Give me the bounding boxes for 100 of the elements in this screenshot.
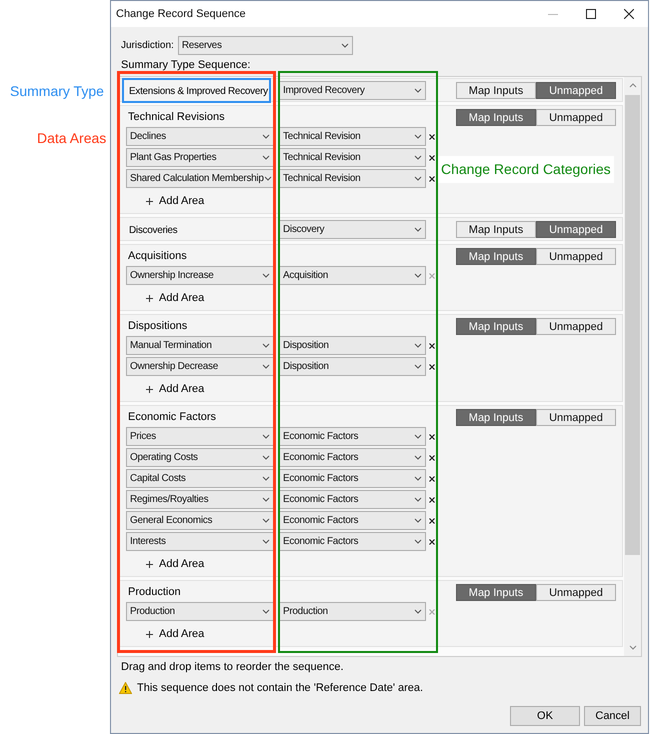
category-select[interactable]: Economic Factors xyxy=(279,532,426,551)
annotation-label: Summary Type xyxy=(10,82,104,101)
data-area-select[interactable]: General Economics xyxy=(126,511,274,530)
data-area-select[interactable]: Prices xyxy=(126,427,274,446)
data-area-select[interactable]: Interests xyxy=(126,532,274,551)
scrollbar[interactable] xyxy=(624,77,641,656)
mapping-toggle[interactable]: Map Inputs xyxy=(456,584,536,600)
chevron-down-icon xyxy=(262,455,270,460)
chevron-down-icon xyxy=(262,518,270,523)
summary-type-group[interactable] xyxy=(119,405,623,577)
chevron-down-icon xyxy=(262,155,270,160)
category-select[interactable]: Discovery xyxy=(279,220,426,238)
add-area-button[interactable]: Add Area xyxy=(146,556,204,572)
category-select[interactable]: Improved Recovery xyxy=(279,80,426,100)
data-area-select[interactable]: Ownership Decrease xyxy=(126,357,274,376)
data-area-select[interactable]: Capital Costs xyxy=(126,469,274,488)
dialog-button[interactable]: Cancel xyxy=(584,706,641,726)
close-icon[interactable] xyxy=(429,342,435,348)
data-area-select[interactable]: Production xyxy=(126,602,274,621)
close-icon[interactable] xyxy=(429,518,435,524)
chevron-down-icon xyxy=(262,134,270,139)
mapping-toggle[interactable]: Unmapped xyxy=(536,108,616,126)
category-select[interactable]: Economic Factors xyxy=(279,490,426,509)
mapping-toggle[interactable]: Map Inputs xyxy=(456,408,536,426)
category-select[interactable]: Production xyxy=(279,602,426,621)
scroll-down-icon[interactable] xyxy=(628,645,636,650)
dialog-button[interactable]: OK xyxy=(510,706,580,726)
chevron-down-icon xyxy=(340,42,349,48)
add-area-button[interactable]: Add Area xyxy=(146,380,204,398)
close-icon[interactable] xyxy=(429,496,435,502)
category-select[interactable]: Economic Factors xyxy=(279,448,426,467)
mapping-toggle[interactable]: Unmapped xyxy=(536,82,616,98)
close-icon[interactable] xyxy=(429,476,435,482)
chevron-down-icon xyxy=(414,176,422,181)
chevron-down-icon xyxy=(262,343,270,348)
chevron-down-icon xyxy=(262,273,270,278)
warning-icon xyxy=(119,682,132,694)
mapping-toggle[interactable]: Map Inputs xyxy=(456,318,536,334)
summary-type-name: Dispositions xyxy=(127,318,188,334)
mapping-toggle[interactable]: Map Inputs xyxy=(456,108,536,126)
mapping-toggle[interactable]: Unmapped xyxy=(536,318,616,334)
close-icon[interactable] xyxy=(429,134,435,140)
summary-type-name: Extensions & Improved Recovery xyxy=(129,86,268,97)
chevron-down-icon xyxy=(262,497,270,502)
chevron-down-icon xyxy=(414,364,422,369)
chevron-down-icon xyxy=(414,134,422,139)
summary-type-row[interactable]: Discoveries Discovery Map Inputs Unmapped xyxy=(119,217,623,241)
close-icon[interactable] xyxy=(429,154,435,160)
add-area-button[interactable]: Add Area xyxy=(146,626,204,642)
annotation-label: Change Record Categories xyxy=(438,156,614,183)
window-title: Change Record Sequence xyxy=(116,6,246,22)
category-select[interactable]: Technical Revision xyxy=(279,127,426,146)
scrollbar-thumb[interactable] xyxy=(625,95,640,555)
category-select[interactable]: Economic Factors xyxy=(279,427,426,446)
summary-type-group[interactable]: Dispositions Map Inputs Unmapped Manual Termination Disposition Ownership Decrease Disposition Add Area xyxy=(119,314,623,402)
mapping-toggle[interactable]: Unmapped xyxy=(536,408,616,426)
category-select[interactable]: Acquisition xyxy=(279,266,426,285)
chevron-down-icon xyxy=(414,455,422,460)
mapping-toggle[interactable]: Map Inputs xyxy=(456,220,536,238)
category-select[interactable]: Technical Revision xyxy=(279,169,426,188)
data-area-select[interactable]: Ownership Increase xyxy=(126,266,274,285)
category-select[interactable]: Economic Factors xyxy=(279,511,426,530)
jurisdiction-label: Jurisdiction: xyxy=(121,38,174,52)
maximize-icon xyxy=(586,9,596,19)
summary-type-group[interactable]: Acquisitions Map Inputs Unmapped Ownership Increase Acquisition Add Area xyxy=(119,244,623,311)
data-area-select[interactable]: Plant Gas Properties xyxy=(126,148,274,167)
data-area-select[interactable]: Declines xyxy=(126,127,274,146)
close-icon[interactable] xyxy=(429,364,435,370)
category-select[interactable]: Technical Revision xyxy=(279,148,426,167)
add-area-button[interactable]: Add Area xyxy=(146,192,204,210)
chevron-down-icon xyxy=(414,226,422,232)
scroll-up-icon[interactable] xyxy=(628,83,636,88)
plus-icon xyxy=(146,560,153,568)
summary-type-row[interactable]: Extensions & Improved Recovery Improved Recovery Map Inputs Unmapped xyxy=(119,78,623,102)
mapping-toggle[interactable]: Map Inputs xyxy=(456,248,536,264)
category-select[interactable]: Economic Factors xyxy=(279,469,426,488)
hint-text: Drag and drop items to reorder the sequence. xyxy=(120,660,345,674)
add-area-button[interactable]: Add Area xyxy=(146,290,204,306)
close-icon[interactable] xyxy=(429,176,435,182)
summary-type-name: Technical Revisions xyxy=(127,110,226,125)
chevron-down-icon xyxy=(262,539,270,544)
mapping-toggle[interactable]: Unmapped xyxy=(536,220,616,238)
plus-icon xyxy=(146,630,153,638)
category-select[interactable]: Disposition xyxy=(279,336,426,355)
jurisdiction-select[interactable]: Reserves xyxy=(178,36,353,54)
data-area-select[interactable]: Operating Costs xyxy=(126,448,274,467)
close-icon[interactable] xyxy=(429,434,435,440)
summary-type-group[interactable]: Production Map Inputs Unmapped Production Production Add Area xyxy=(119,580,623,647)
close-icon[interactable] xyxy=(429,454,435,460)
data-area-select[interactable]: Shared Calculation Membership xyxy=(126,169,274,188)
plus-icon xyxy=(146,198,153,204)
mapping-toggle[interactable]: Unmapped xyxy=(536,584,616,600)
data-area-select[interactable]: Manual Termination xyxy=(126,336,274,355)
mapping-toggle[interactable]: Unmapped xyxy=(536,248,616,264)
chevron-down-icon xyxy=(262,364,270,369)
close-icon[interactable] xyxy=(429,538,435,544)
mapping-toggle[interactable]: Map Inputs xyxy=(456,82,536,98)
data-area-select[interactable]: Regimes/Royalties xyxy=(126,490,274,509)
chevron-down-icon xyxy=(414,476,422,481)
category-select[interactable]: Disposition xyxy=(279,357,426,376)
